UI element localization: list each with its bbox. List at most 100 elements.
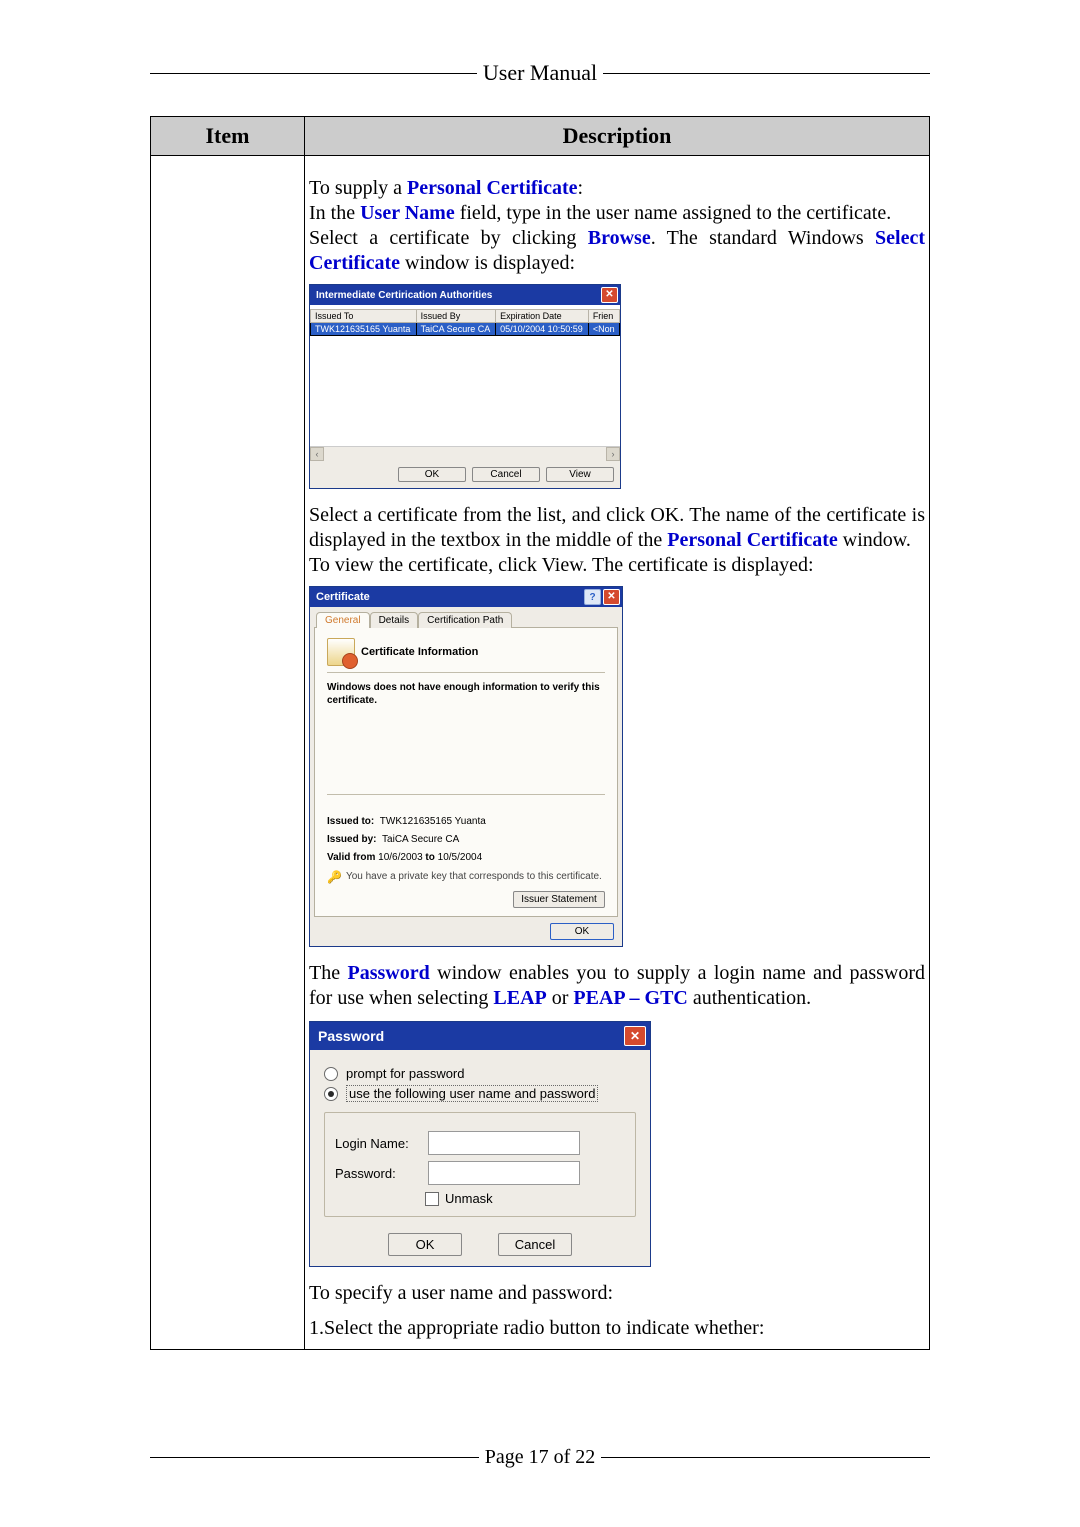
cert-heading: Certificate Information — [361, 646, 478, 658]
view-button[interactable]: View — [546, 467, 614, 482]
cancel-button[interactable]: Cancel — [472, 467, 540, 482]
pw-or: or — [547, 987, 574, 1009]
dialog1-titlebar: Intermediate Certirication Authorities ✕ — [310, 285, 620, 305]
select-prefix: Select a certificate by clicking — [309, 227, 588, 249]
issued-to-value: TWK121635165 Yuanta — [380, 816, 486, 827]
after-list-bold: Personal Certificate — [667, 529, 837, 551]
valid-to-value: 10/5/2004 — [438, 852, 483, 863]
dialog3-title: Password — [318, 1028, 384, 1044]
hscrollbar[interactable]: ‹ › — [310, 446, 620, 461]
select-suffix: window is displayed: — [400, 252, 575, 274]
row-friendly: <Non — [588, 323, 619, 336]
spec-line: To specify a user name and password: — [309, 1281, 925, 1306]
pw-prefix: The — [309, 962, 348, 984]
close-icon[interactable]: ✕ — [624, 1026, 646, 1046]
username-bold: User Name — [360, 202, 455, 224]
supply-bold: Personal Certificate — [407, 177, 577, 199]
page-header: User Manual — [150, 60, 930, 86]
header-rule-left — [150, 73, 477, 74]
intermediate-ca-dialog: Intermediate Certirication Authorities ✕… — [309, 284, 621, 489]
password-dialog: Password ✕ prompt for password use the f… — [309, 1021, 651, 1267]
radio-use-credentials[interactable] — [324, 1087, 338, 1101]
header-rule-right — [603, 73, 930, 74]
select-browse: Browse — [588, 227, 651, 249]
supply-suffix: : — [578, 177, 584, 199]
page-footer: Page 17 of 22 — [150, 1446, 930, 1469]
password-paragraph: The Password window enables you to suppl… — [309, 961, 925, 1011]
certificate-dialog: Certificate ? ✕ General Details Certific… — [309, 586, 623, 947]
radio-use-label: use the following user name and password — [346, 1085, 598, 1102]
unmask-checkbox[interactable] — [425, 1192, 439, 1206]
help-icon[interactable]: ? — [584, 589, 601, 605]
password-label: Password: — [335, 1166, 420, 1181]
tab-details[interactable]: Details — [370, 612, 419, 628]
valid-to-label: to — [425, 852, 434, 863]
ca-list-area[interactable] — [310, 336, 620, 446]
footer-rule-right — [601, 1457, 930, 1458]
dialog1-title: Intermediate Certirication Authorities — [316, 290, 492, 301]
valid-from-value: 10/6/2003 — [378, 852, 423, 863]
username-prefix: In the — [309, 202, 360, 224]
close-icon[interactable]: ✕ — [603, 589, 620, 605]
username-line: In the User Name field, type in the user… — [309, 201, 925, 226]
pw-peap: PEAP – GTC — [573, 987, 687, 1009]
after-list-line: Select a certificate from the list, and … — [309, 503, 925, 553]
close-icon[interactable]: ✕ — [601, 287, 618, 303]
view-line: To view the certificate, click View. The… — [309, 553, 925, 578]
scroll-right-icon[interactable]: › — [606, 447, 620, 461]
issued-by-label: Issued by: — [327, 834, 376, 845]
password-input[interactable] — [428, 1161, 580, 1185]
header-title: User Manual — [477, 60, 603, 86]
main-table: Item Description To supply a Personal Ce… — [150, 116, 930, 1350]
ca-row-selected[interactable]: TWK121635165 Yuanta TaiCA Secure CA 05/1… — [311, 323, 620, 336]
issued-by-value: TaiCA Secure CA — [382, 834, 459, 845]
footer-rule-left — [150, 1457, 479, 1458]
valid-from-label: Valid from — [327, 852, 375, 863]
ca-list-table: Issued To Issued By Expiration Date Frie… — [310, 309, 620, 336]
ok-button[interactable]: OK — [388, 1233, 462, 1256]
col-expiration[interactable]: Expiration Date — [496, 310, 589, 323]
radio-prompt-label: prompt for password — [346, 1066, 465, 1081]
desc-cell: To supply a Personal Certificate: In the… — [305, 156, 930, 1350]
supply-prefix: To supply a — [309, 177, 407, 199]
col-item-header: Item — [151, 117, 305, 156]
login-name-input[interactable] — [428, 1131, 580, 1155]
username-suffix: field, type in the user name assigned to… — [455, 202, 892, 224]
dialog2-titlebar: Certificate ? ✕ — [310, 587, 622, 607]
certificate-icon — [327, 638, 355, 666]
private-key-note: You have a private key that corresponds … — [346, 871, 602, 882]
cancel-button[interactable]: Cancel — [498, 1233, 572, 1256]
col-issued-to[interactable]: Issued To — [311, 310, 417, 323]
cert-tabs: General Details Certification Path — [316, 611, 618, 627]
select-mid: . The standard Windows — [651, 227, 875, 249]
cert-message: Windows does not have enough information… — [327, 681, 605, 707]
scroll-left-icon[interactable]: ‹ — [310, 447, 324, 461]
unmask-label: Unmask — [445, 1191, 493, 1206]
radio-prompt[interactable] — [324, 1067, 338, 1081]
tab-certification-path[interactable]: Certification Path — [418, 612, 512, 628]
key-icon: 🔑 — [327, 871, 342, 883]
select-line: Select a certificate by clicking Browse.… — [309, 226, 925, 276]
ok-button[interactable]: OK — [398, 467, 466, 482]
pw-suffix: authentication. — [688, 987, 811, 1009]
pw-leap: LEAP — [493, 987, 546, 1009]
dialog3-titlebar: Password ✕ — [310, 1022, 650, 1050]
col-issued-by[interactable]: Issued By — [416, 310, 495, 323]
after-list-suffix: window. — [838, 529, 911, 551]
row-issued-to: TWK121635165 Yuanta — [311, 323, 417, 336]
supply-line: To supply a Personal Certificate: — [309, 176, 925, 201]
item-cell — [151, 156, 305, 1350]
dialog2-title: Certificate — [316, 591, 370, 603]
row-issued-by: TaiCA Secure CA — [416, 323, 495, 336]
login-label: Login Name: — [335, 1136, 420, 1151]
step-1: 1.Select the appropriate radio button to… — [309, 1316, 925, 1341]
pw-bold: Password — [348, 962, 430, 984]
issued-to-label: Issued to: — [327, 816, 374, 827]
credential-group: Login Name: Password: Unmask — [324, 1112, 636, 1217]
page-number: Page 17 of 22 — [479, 1446, 602, 1469]
row-expiration: 05/10/2004 10:50:59 — [496, 323, 589, 336]
ok-button[interactable]: OK — [550, 923, 614, 940]
tab-general[interactable]: General — [316, 612, 370, 628]
issuer-statement-button[interactable]: Issuer Statement — [513, 891, 605, 908]
col-friendly[interactable]: Frien — [588, 310, 619, 323]
